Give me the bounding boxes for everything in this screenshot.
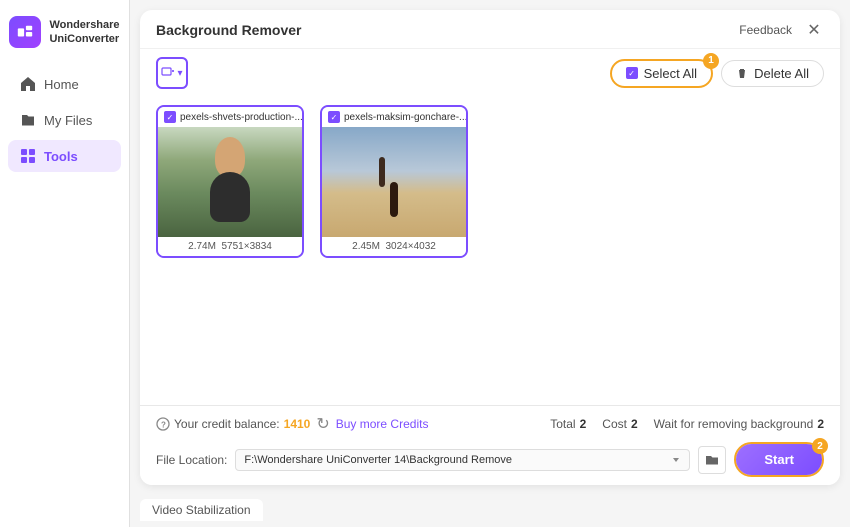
bottom-bar: ? Your credit balance: 1410 ↻ Buy more C… <box>140 405 840 485</box>
app-logo: Wondershare UniConverter <box>0 16 130 68</box>
background-remover-panel: Background Remover Feedback ✕ ▾ Select A… <box>140 10 840 485</box>
feedback-link[interactable]: Feedback <box>739 23 792 37</box>
logo-text: Wondershare UniConverter <box>49 18 119 47</box>
credit-label: Your credit balance: <box>174 417 280 431</box>
image-card-header-0: pexels-shvets-production-... <box>158 107 302 127</box>
dropdown-arrow-icon <box>671 455 681 465</box>
total-label: Total <box>550 417 575 431</box>
toolbar-right: Select All 1 Delete All <box>610 59 824 88</box>
file-location-label: File Location: <box>156 453 227 467</box>
select-all-checkbox <box>626 67 638 79</box>
sidebar-item-tools-label: Tools <box>44 149 78 164</box>
below-panel: Video Stabilization <box>130 495 850 527</box>
file-location-value: F:\Wondershare UniConverter 14\Backgroun… <box>244 454 512 466</box>
sidebar-item-my-files-label: My Files <box>44 113 92 128</box>
add-dropdown-arrow: ▾ <box>177 68 182 79</box>
folder-icon <box>705 453 719 467</box>
sidebar-item-home[interactable]: Home <box>8 68 121 100</box>
sidebar-item-home-label: Home <box>44 77 79 92</box>
bottom-row1: ? Your credit balance: 1410 ↻ Buy more C… <box>156 414 824 434</box>
delete-all-label: Delete All <box>754 66 809 81</box>
start-button[interactable]: Start 2 <box>736 444 822 475</box>
stat-wait: Wait for removing background 2 <box>654 417 824 431</box>
image-footer-1: 2.45M 3024×4032 <box>322 237 466 256</box>
stat-cost: Cost 2 <box>602 417 637 431</box>
delete-all-button[interactable]: Delete All <box>721 60 824 87</box>
start-badge: 2 <box>812 438 828 454</box>
select-all-badge: 1 <box>703 53 719 69</box>
buy-credits-link[interactable]: Buy more Credits <box>336 417 429 431</box>
refresh-icon[interactable]: ↻ <box>316 414 329 434</box>
select-all-button[interactable]: Select All 1 <box>610 59 713 88</box>
credit-info: ? Your credit balance: 1410 <box>156 417 310 431</box>
panel-header-actions: Feedback ✕ <box>739 20 824 40</box>
image-checkbox-0[interactable] <box>164 111 176 123</box>
bottom-row2: File Location: F:\Wondershare UniConvert… <box>156 442 824 477</box>
start-button-wrapper: Start 2 <box>734 442 824 477</box>
stat-total: Total 2 <box>550 417 586 431</box>
select-all-label: Select All <box>644 66 697 81</box>
sidebar-item-tools[interactable]: Tools <box>8 140 121 172</box>
image-card-0[interactable]: pexels-shvets-production-... 2.74M 5751×… <box>156 105 304 258</box>
svg-text:?: ? <box>161 421 166 430</box>
image-name-1: pexels-maksim-gonchare-... <box>344 112 466 123</box>
image-card-header-1: pexels-maksim-gonchare-... <box>322 107 466 127</box>
panel-title: Background Remover <box>156 22 301 38</box>
image-thumb-1 <box>322 127 466 237</box>
add-file-button[interactable]: ▾ <box>156 57 188 89</box>
image-card-1[interactable]: pexels-maksim-gonchare-... 2.45M 3024×40… <box>320 105 468 258</box>
logo-icon <box>9 16 41 48</box>
sidebar: Wondershare UniConverter Home My Files T… <box>0 0 130 527</box>
file-location-input[interactable]: F:\Wondershare UniConverter 14\Backgroun… <box>235 449 690 471</box>
image-grid: pexels-shvets-production-... 2.74M 5751×… <box>140 97 840 405</box>
help-icon: ? <box>156 417 170 431</box>
image-footer-0: 2.74M 5751×3834 <box>158 237 302 256</box>
credit-value: 1410 <box>284 417 311 431</box>
cost-label: Cost <box>602 417 627 431</box>
cost-value: 2 <box>631 417 638 431</box>
video-stabilization-label[interactable]: Video Stabilization <box>140 499 263 521</box>
image-thumb-0 <box>158 127 302 237</box>
toolbar: ▾ Select All 1 Delete All <box>140 49 840 97</box>
image-name-0: pexels-shvets-production-... <box>180 112 302 123</box>
wait-value: 2 <box>817 417 824 431</box>
image-checkbox-1[interactable] <box>328 111 340 123</box>
total-value: 2 <box>580 417 587 431</box>
sidebar-nav: Home My Files Tools <box>0 68 129 172</box>
bottom-stats: Total 2 Cost 2 Wait for removing backgro… <box>550 417 824 431</box>
close-button[interactable]: ✕ <box>804 20 824 40</box>
sidebar-item-my-files[interactable]: My Files <box>8 104 121 136</box>
wait-label: Wait for removing background <box>654 417 814 431</box>
panel-header: Background Remover Feedback ✕ <box>140 10 840 49</box>
folder-browse-button[interactable] <box>698 446 726 474</box>
main-content: Background Remover Feedback ✕ ▾ Select A… <box>130 0 850 527</box>
